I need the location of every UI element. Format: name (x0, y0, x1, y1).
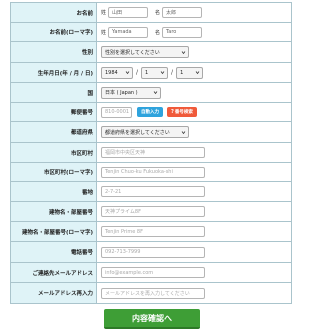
email-input[interactable]: info@example.com (101, 267, 205, 278)
sei-label: 姓 (101, 10, 107, 16)
auto-fill-button[interactable]: 自動入力 (137, 107, 163, 117)
row-building-roman: 建物名・部屋番号(ローマ字) Tenjin Prime 8F (11, 222, 292, 242)
city-roman-input[interactable]: Tenjin Chuo-ku Fukuoka-shi (101, 166, 205, 178)
label-building: 建物名・部屋番号 (11, 202, 97, 221)
last-name-roman-input[interactable]: Yamada (108, 26, 149, 38)
country-selected: 日本 ( Japan ) (105, 90, 138, 96)
label-name: お名前 (11, 3, 97, 22)
building-roman-placeholder: Tenjin Prime 8F (105, 228, 143, 235)
row-email: ご連絡先メールアドレス info@example.com (11, 263, 292, 283)
phone-placeholder: 092-713-7999 (105, 249, 141, 255)
building-placeholder: 天神プライム8F (105, 209, 141, 215)
birth-day-select[interactable]: 1 (176, 66, 204, 79)
chevron-down-icon (181, 50, 186, 54)
mei-label: 名 (155, 10, 161, 16)
row-birthday: 生年月日(年 / 月 / 日) 1984 / 1 / 1 (11, 63, 292, 83)
mei-roman-label: 名 (155, 29, 161, 36)
row-city-roman: 市区町村(ローマ字) Tenjin Chuo-ku Fukuoka-shi (11, 163, 292, 182)
registration-form: お名前 姓 山田 名 太郎 お名前(ローマ字) 姓 Yamada 名 Taro … (10, 2, 292, 304)
row-email-confirm: メールアドレス再入力 メールアドレスを再入力してください (11, 283, 292, 304)
label-phone: 電話番号 (11, 242, 97, 262)
row-country: 国 日本 ( Japan ) (11, 83, 292, 103)
date-separator: / (171, 69, 174, 76)
row-city: 市区町村 福岡市中央区天神 (11, 143, 292, 163)
label-email-confirm: メールアドレス再入力 (11, 283, 97, 303)
confirm-button[interactable]: 内容確認へ (104, 309, 200, 329)
email-confirm-placeholder: メールアドレスを再入力してください (105, 290, 190, 297)
postal-search-label: 番号検索 (174, 110, 193, 115)
birth-year-value: 1984 (105, 69, 118, 76)
row-building: 建物名・部屋番号 天神プライム8F (11, 202, 292, 222)
prefecture-selected: 都道府県を選択してください (105, 129, 170, 136)
city-input[interactable]: 福岡市中央区天神 (101, 147, 205, 158)
building-roman-input[interactable]: Tenjin Prime 8F (101, 226, 205, 237)
row-phone: 電話番号 092-713-7999 (11, 242, 292, 263)
row-prefecture: 都道府県 都道府県を選択してください (11, 122, 292, 143)
street-placeholder: 2-7-21 (105, 188, 122, 195)
label-city: 市区町村 (11, 143, 97, 162)
city-placeholder: 福岡市中央区天神 (105, 150, 146, 156)
birth-year-select[interactable]: 1984 (101, 66, 133, 79)
label-name-roman: お名前(ローマ字) (11, 23, 97, 41)
city-roman-placeholder: Tenjin Chuo-ku Fukuoka-shi (105, 169, 173, 175)
question-icon: ? (171, 109, 174, 115)
label-building-roman: 建物名・部屋番号(ローマ字) (11, 222, 97, 241)
birth-month-select[interactable]: 1 (141, 66, 169, 79)
label-city-roman: 市区町村(ローマ字) (11, 163, 97, 181)
label-postal: 郵便番号 (11, 103, 97, 121)
first-name-input[interactable]: 太郎 (162, 7, 203, 18)
label-email: ご連絡先メールアドレス (11, 263, 97, 282)
gender-selected: 性別を選択してください (105, 49, 160, 56)
row-gender: 性別 性別を選択してください (11, 42, 292, 63)
chevron-down-icon (181, 130, 186, 134)
street-input[interactable]: 2-7-21 (101, 186, 205, 197)
label-gender: 性別 (11, 42, 97, 62)
label-country: 国 (11, 83, 97, 102)
row-street: 番地 2-7-21 (11, 182, 292, 202)
chevron-down-icon (153, 91, 158, 95)
last-name-input[interactable]: 山田 (108, 7, 149, 18)
first-name-roman-input[interactable]: Taro (162, 26, 203, 38)
label-street: 番地 (11, 182, 97, 201)
building-input[interactable]: 天神プライム8F (101, 206, 205, 217)
label-birthday: 生年月日(年 / 月 / 日) (11, 63, 97, 82)
sei-roman-label: 姓 (101, 29, 107, 36)
chevron-down-icon (125, 71, 130, 75)
postal-code-input[interactable]: 810-0001 (101, 106, 132, 118)
row-name-roman: お名前(ローマ字) 姓 Yamada 名 Taro (11, 23, 292, 42)
chevron-down-icon (195, 71, 200, 75)
chevron-down-icon (160, 71, 165, 75)
row-postal: 郵便番号 810-0001 自動入力 ? 番号検索 (11, 103, 292, 122)
email-confirm-input[interactable]: メールアドレスを再入力してください (101, 287, 205, 299)
country-select[interactable]: 日本 ( Japan ) (101, 86, 161, 99)
birth-day-value: 1 (180, 69, 184, 76)
date-separator: / (136, 69, 139, 76)
gender-select[interactable]: 性別を選択してください (101, 46, 189, 58)
birth-month-value: 1 (145, 69, 149, 76)
label-prefecture: 都道府県 (11, 122, 97, 142)
postal-search-button[interactable]: ? 番号検索 (167, 107, 197, 117)
row-name: お名前 姓 山田 名 太郎 (11, 3, 292, 23)
email-placeholder: info@example.com (105, 269, 154, 276)
postal-placeholder: 810-0001 (105, 109, 130, 115)
prefecture-select[interactable]: 都道府県を選択してください (101, 126, 189, 138)
phone-input[interactable]: 092-713-7999 (101, 246, 205, 258)
